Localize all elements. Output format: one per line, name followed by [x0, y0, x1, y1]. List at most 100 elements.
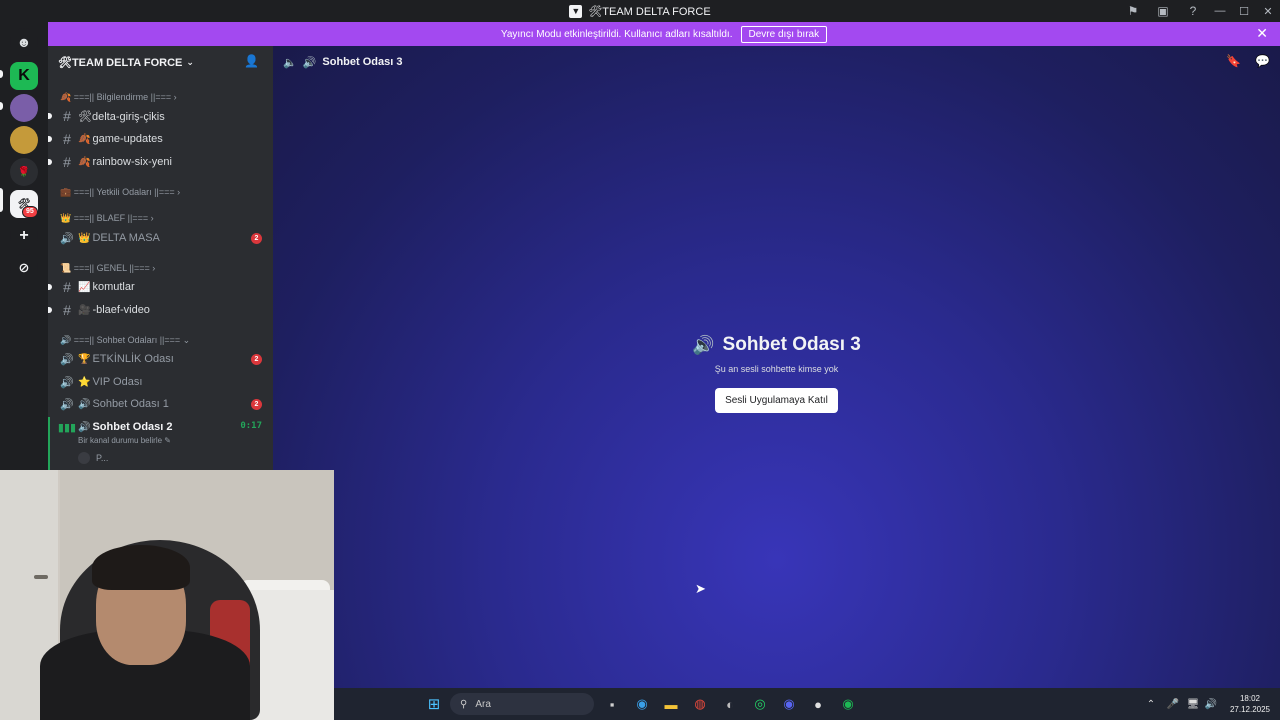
discover-icon[interactable]: ⊘: [10, 254, 38, 282]
channel-blaef-video[interactable]: # 🎥 -blaef-video: [56, 300, 266, 320]
guild-anime-icon[interactable]: [10, 94, 38, 122]
volume-icon[interactable]: 🔊: [1202, 699, 1220, 710]
inbox-icon[interactable]: ▣: [1148, 0, 1178, 22]
channel-label: -blaef-video: [92, 304, 150, 316]
channel-label: game-updates: [92, 133, 163, 145]
app-icon[interactable]: ◐: [720, 694, 740, 714]
channel-sohbet-odasi-1[interactable]: 🔊 🔊 Sohbet Odası 1 2: [56, 394, 266, 414]
channel-emoji: ⭐: [78, 376, 91, 388]
webcam-overlay: [0, 470, 334, 720]
channel-etkinlik-odasi[interactable]: 🔊 🏆 ETKİNLİK Odası 2: [56, 349, 266, 369]
microphone-icon[interactable]: 🎤: [1162, 699, 1184, 710]
invite-people-icon[interactable]: 👤: [244, 54, 259, 68]
voice-timer: 0:17: [240, 421, 262, 431]
channel-vip-odasi[interactable]: 🔊 ⭐ VIP Odası: [56, 372, 266, 392]
channel-delta-giris-cikis[interactable]: # 🛠delta-giriş-çikis: [56, 106, 266, 126]
channel-emoji: 🍂: [78, 156, 91, 168]
help-icon[interactable]: ?: [1178, 0, 1208, 22]
maximize-button[interactable]: ☐: [1232, 0, 1256, 22]
pencil-icon: ✎: [164, 436, 171, 445]
unread-indicator: [48, 136, 52, 142]
search-placeholder: Ara: [475, 698, 491, 710]
voice-locked-icon: 🔊: [60, 232, 74, 245]
channel-label: 🛠delta-giriş-çikis: [78, 110, 165, 123]
voice-user[interactable]: P...: [78, 452, 108, 464]
text-channel-icon: #: [63, 131, 71, 147]
channel-label: ETKİNLİK Odası: [92, 353, 174, 365]
category-bilgilendirme[interactable]: 🍂 ===|| Bilgilendirme ||=== ›: [60, 92, 177, 103]
channel-emoji: 🔊: [78, 398, 91, 410]
discord-home-icon[interactable]: ☻: [10, 28, 38, 56]
server-list: ☻ K 🌹 🛠 95 + ⊘: [0, 22, 48, 472]
windows-start-icon[interactable]: ⊞: [424, 694, 444, 714]
close-icon[interactable]: ✕: [1256, 25, 1268, 42]
search-icon: ⚲: [460, 698, 468, 710]
file-explorer-icon[interactable]: ▬: [661, 694, 681, 714]
channel-komutlar[interactable]: # 📈 komutlar: [56, 277, 266, 297]
edge-icon[interactable]: ◉: [632, 694, 652, 714]
channel-emoji: 🍂: [78, 133, 91, 145]
chat-icon[interactable]: 💬: [1255, 54, 1270, 68]
obs-icon[interactable]: ●: [808, 694, 828, 714]
spotify-icon[interactable]: ◉: [838, 694, 858, 714]
streamer-mode-banner: Yayıncı Modu etkinleştirildi. Kullanıcı …: [48, 22, 1280, 46]
chrome-icon[interactable]: ◍: [690, 694, 710, 714]
channel-name: Sohbet Odası 3: [322, 56, 403, 68]
channel-status-text: Bir kanal durumu belirle: [78, 436, 163, 445]
category-blaef[interactable]: 👑 ===|| BLAEF ||=== ›: [60, 213, 154, 224]
windows-taskbar: ⊞ ⚲ Ara ▪ ◉ ▬ ◍ ◐ ◎ ◉ ● ◉ ⌃ 🎤 🖥 🔊 18:02 …: [334, 688, 1280, 720]
guild-rose-icon[interactable]: 🌹: [10, 158, 38, 186]
avatar: [78, 452, 90, 464]
channel-game-updates[interactable]: # 🍂 game-updates: [56, 129, 266, 149]
taskbar-search[interactable]: ⚲ Ara: [450, 693, 594, 715]
channel-emoji: 🏆: [78, 353, 91, 365]
room-title-text: Sohbet Odası 3: [722, 334, 861, 355]
channel-header: 🔈 🔊 Sohbet Odası 3 🔖 💬: [273, 46, 1280, 78]
guild-portrait-icon[interactable]: [10, 126, 38, 154]
task-view-icon[interactable]: ▪: [602, 694, 622, 714]
speaker-icon: 🔊: [60, 353, 74, 366]
server-header[interactable]: 🛠TEAM DELTA FORCE ⌄ 👤: [48, 46, 273, 78]
speaker-muted-icon[interactable]: 🔈: [283, 56, 297, 69]
channel-label: DELTA MASA: [92, 232, 160, 244]
connected-indicator: [48, 417, 50, 470]
chevron-up-icon[interactable]: ⌃: [1140, 699, 1162, 710]
channel-status[interactable]: Bir kanal durumu belirle ✎: [78, 436, 171, 445]
empty-voice-panel: 🔊 Sohbet Odası 3 Şu an sesli sohbette ki…: [273, 334, 1280, 413]
channel-delta-masa[interactable]: 🔊 👑 DELTA MASA 2: [56, 228, 266, 248]
join-voice-button[interactable]: Sesli Uygulamaya Katıl: [715, 388, 838, 413]
channel-label: Sohbet Odası 2: [92, 421, 173, 433]
minimize-button[interactable]: —: [1208, 0, 1232, 22]
category-yetkili-odalari[interactable]: 💼 ===|| Yetkili Odaları ||=== ›: [60, 187, 180, 198]
channel-rainbow-six-yeni[interactable]: # 🍂 rainbow-six-yeni: [56, 152, 266, 172]
webcam-door-handle: [34, 575, 48, 579]
user-count-badge: 2: [251, 399, 262, 410]
user-count-badge: 2: [251, 233, 262, 244]
system-tray: ⌃ 🎤 🖥 🔊 18:02 27.12.2025: [1140, 688, 1280, 720]
text-channel-icon: #: [63, 154, 71, 170]
channel-sidebar: 🛠TEAM DELTA FORCE ⌄ 👤 🍂 ===|| Bilgilendi…: [48, 46, 273, 470]
clock[interactable]: 18:02 27.12.2025: [1220, 693, 1280, 715]
channel-sohbet-odasi-2[interactable]: ▮▮▮ 🔊 Sohbet Odası 2 0:17: [56, 417, 266, 437]
network-icon[interactable]: 🖥: [1184, 699, 1202, 710]
flag-icon[interactable]: ⚑: [1118, 0, 1148, 22]
user-count-badge: 2: [251, 354, 262, 365]
category-genel[interactable]: 📜 ===|| GENEL ||=== ›: [60, 263, 155, 274]
category-sohbet-odalari[interactable]: 🔊 ===|| Sohbet Odaları ||=== ⌄: [60, 335, 190, 346]
guild-mention-badge: 95: [22, 206, 38, 218]
speaker-icon: 🔊: [692, 334, 715, 355]
add-server-icon[interactable]: +: [10, 222, 38, 250]
voice-channel-view: 🔈 🔊 Sohbet Odası 3 🔖 💬 🔊 Sohbet Odası 3 …: [273, 46, 1280, 688]
bookmark-icon[interactable]: 🔖: [1226, 54, 1241, 68]
voice-activity-icon: ▮▮▮: [57, 421, 77, 434]
guild-k-icon[interactable]: K: [10, 62, 38, 90]
channel-emoji: 👑: [78, 232, 91, 244]
whatsapp-icon[interactable]: ◎: [750, 694, 770, 714]
close-window-button[interactable]: ✕: [1256, 0, 1280, 22]
channel-emoji: 📈: [78, 281, 91, 293]
server-name: 🛠TEAM DELTA FORCE: [58, 56, 183, 69]
disable-streamer-mode-button[interactable]: Devre dışı bırak: [740, 25, 828, 43]
discord-taskbar-icon[interactable]: ◉: [779, 694, 799, 714]
unread-indicator: [48, 159, 52, 165]
channel-label: Sohbet Odası 1: [92, 398, 169, 410]
